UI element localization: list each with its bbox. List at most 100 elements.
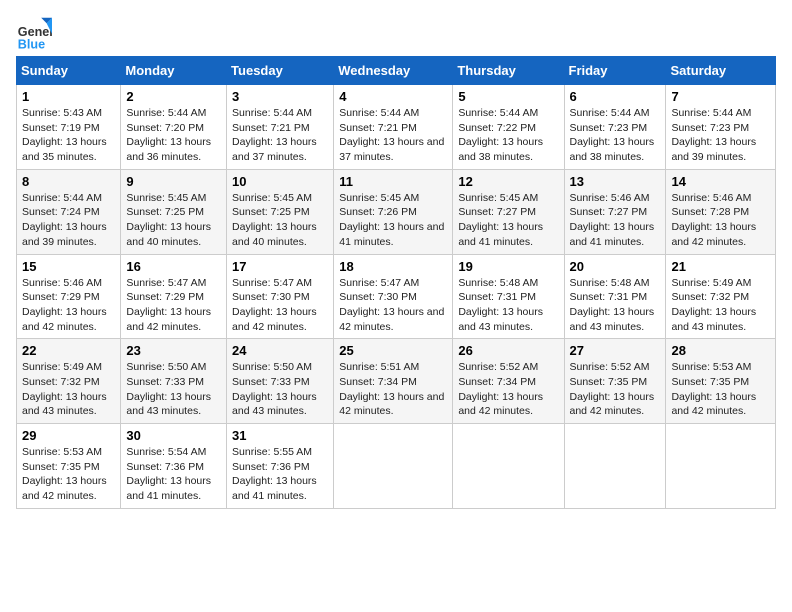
calendar-day-cell: 4 Sunrise: 5:44 AMSunset: 7:21 PMDaylight… [334,85,453,170]
day-info: Sunrise: 5:53 AMSunset: 7:35 PMDaylight:… [671,360,770,419]
empty-cell [564,424,666,509]
day-info: Sunrise: 5:55 AMSunset: 7:36 PMDaylight:… [232,445,328,504]
day-info: Sunrise: 5:44 AMSunset: 7:23 PMDaylight:… [570,106,661,165]
day-info: Sunrise: 5:51 AMSunset: 7:34 PMDaylight:… [339,360,447,419]
day-info: Sunrise: 5:44 AMSunset: 7:21 PMDaylight:… [232,106,328,165]
calendar-day-cell: 13 Sunrise: 5:46 AMSunset: 7:27 PMDayligh… [564,169,666,254]
day-number: 23 [126,343,221,358]
day-number: 29 [22,428,115,443]
calendar-day-cell: 17 Sunrise: 5:47 AMSunset: 7:30 PMDayligh… [227,254,334,339]
calendar-day-cell: 27 Sunrise: 5:52 AMSunset: 7:35 PMDayligh… [564,339,666,424]
day-info: Sunrise: 5:46 AMSunset: 7:28 PMDaylight:… [671,191,770,250]
calendar-day-cell: 10 Sunrise: 5:45 AMSunset: 7:25 PMDayligh… [227,169,334,254]
day-info: Sunrise: 5:48 AMSunset: 7:31 PMDaylight:… [458,276,558,335]
calendar-day-cell: 8Sunrise: 5:44 AMSunset: 7:24 PMDaylight… [17,169,121,254]
day-number: 24 [232,343,328,358]
calendar-day-cell: 23 Sunrise: 5:50 AMSunset: 7:33 PMDayligh… [121,339,227,424]
day-number: 28 [671,343,770,358]
empty-cell [453,424,564,509]
header-thursday: Thursday [453,57,564,85]
calendar-day-cell: 28 Sunrise: 5:53 AMSunset: 7:35 PMDayligh… [666,339,776,424]
day-info: Sunrise: 5:50 AMSunset: 7:33 PMDaylight:… [126,360,221,419]
calendar-week-row: 1 Sunrise: 5:43 AMSunset: 7:19 PMDaylight… [17,85,776,170]
calendar-week-row: 29Sunrise: 5:53 AMSunset: 7:35 PMDayligh… [17,424,776,509]
day-number: 18 [339,259,447,274]
day-info: Sunrise: 5:50 AMSunset: 7:33 PMDaylight:… [232,360,328,419]
day-info: Sunrise: 5:44 AMSunset: 7:23 PMDaylight:… [671,106,770,165]
day-info: Sunrise: 5:44 AMSunset: 7:20 PMDaylight:… [126,106,221,165]
calendar-day-cell: 2 Sunrise: 5:44 AMSunset: 7:20 PMDaylight… [121,85,227,170]
calendar-day-cell: 24 Sunrise: 5:50 AMSunset: 7:33 PMDayligh… [227,339,334,424]
calendar-day-cell: 3 Sunrise: 5:44 AMSunset: 7:21 PMDaylight… [227,85,334,170]
day-number: 1 [22,89,115,104]
day-number: 3 [232,89,328,104]
day-number: 7 [671,89,770,104]
calendar-day-cell: 19 Sunrise: 5:48 AMSunset: 7:31 PMDayligh… [453,254,564,339]
calendar-day-cell: 15 Sunrise: 5:46 AMSunset: 7:29 PMDayligh… [17,254,121,339]
day-number: 19 [458,259,558,274]
day-number: 30 [126,428,221,443]
day-number: 9 [126,174,221,189]
day-info: Sunrise: 5:47 AMSunset: 7:30 PMDaylight:… [232,276,328,335]
day-info: Sunrise: 5:47 AMSunset: 7:29 PMDaylight:… [126,276,221,335]
header-tuesday: Tuesday [227,57,334,85]
calendar-day-cell: 9 Sunrise: 5:45 AMSunset: 7:25 PMDaylight… [121,169,227,254]
day-info: Sunrise: 5:45 AMSunset: 7:25 PMDaylight:… [126,191,221,250]
empty-cell [666,424,776,509]
calendar-header-row: SundayMondayTuesdayWednesdayThursdayFrid… [17,57,776,85]
calendar-table: SundayMondayTuesdayWednesdayThursdayFrid… [16,56,776,509]
calendar-day-cell: 31 Sunrise: 5:55 AMSunset: 7:36 PMDayligh… [227,424,334,509]
day-number: 11 [339,174,447,189]
day-info: Sunrise: 5:45 AMSunset: 7:26 PMDaylight:… [339,191,447,250]
day-info: Sunrise: 5:47 AMSunset: 7:30 PMDaylight:… [339,276,447,335]
calendar-day-cell: 20 Sunrise: 5:48 AMSunset: 7:31 PMDayligh… [564,254,666,339]
day-number: 13 [570,174,661,189]
day-info: Sunrise: 5:46 AMSunset: 7:29 PMDaylight:… [22,276,115,335]
calendar-day-cell: 12Sunrise: 5:45 AMSunset: 7:27 PMDayligh… [453,169,564,254]
day-number: 21 [671,259,770,274]
day-info: Sunrise: 5:44 AMSunset: 7:22 PMDaylight:… [458,106,558,165]
calendar-day-cell: 26Sunrise: 5:52 AMSunset: 7:34 PMDayligh… [453,339,564,424]
day-number: 31 [232,428,328,443]
header-friday: Friday [564,57,666,85]
calendar-week-row: 15 Sunrise: 5:46 AMSunset: 7:29 PMDayligh… [17,254,776,339]
day-info: Sunrise: 5:43 AMSunset: 7:19 PMDaylight:… [22,106,115,165]
calendar-day-cell: 30 Sunrise: 5:54 AMSunset: 7:36 PMDayligh… [121,424,227,509]
day-number: 26 [458,343,558,358]
day-info: Sunrise: 5:52 AMSunset: 7:35 PMDaylight:… [570,360,661,419]
day-number: 8 [22,174,115,189]
day-number: 27 [570,343,661,358]
day-info: Sunrise: 5:49 AMSunset: 7:32 PMDaylight:… [22,360,115,419]
calendar-day-cell: 25 Sunrise: 5:51 AMSunset: 7:34 PMDayligh… [334,339,453,424]
header-sunday: Sunday [17,57,121,85]
day-number: 6 [570,89,661,104]
calendar-day-cell: 29Sunrise: 5:53 AMSunset: 7:35 PMDayligh… [17,424,121,509]
day-number: 15 [22,259,115,274]
day-number: 25 [339,343,447,358]
day-number: 16 [126,259,221,274]
day-info: Sunrise: 5:44 AMSunset: 7:21 PMDaylight:… [339,106,447,165]
day-info: Sunrise: 5:45 AMSunset: 7:27 PMDaylight:… [458,191,558,250]
calendar-day-cell: 18 Sunrise: 5:47 AMSunset: 7:30 PMDayligh… [334,254,453,339]
day-info: Sunrise: 5:46 AMSunset: 7:27 PMDaylight:… [570,191,661,250]
day-number: 22 [22,343,115,358]
day-number: 2 [126,89,221,104]
day-number: 14 [671,174,770,189]
day-number: 17 [232,259,328,274]
calendar-day-cell: 22 Sunrise: 5:49 AMSunset: 7:32 PMDayligh… [17,339,121,424]
header-wednesday: Wednesday [334,57,453,85]
empty-cell [334,424,453,509]
calendar-day-cell: 14 Sunrise: 5:46 AMSunset: 7:28 PMDayligh… [666,169,776,254]
logo-icon: General Blue [16,16,52,52]
page-header: General Blue [16,16,776,52]
header-saturday: Saturday [666,57,776,85]
calendar-day-cell: 1 Sunrise: 5:43 AMSunset: 7:19 PMDaylight… [17,85,121,170]
day-number: 10 [232,174,328,189]
day-info: Sunrise: 5:45 AMSunset: 7:25 PMDaylight:… [232,191,328,250]
day-info: Sunrise: 5:48 AMSunset: 7:31 PMDaylight:… [570,276,661,335]
logo: General Blue [16,16,52,52]
day-number: 4 [339,89,447,104]
calendar-week-row: 22 Sunrise: 5:49 AMSunset: 7:32 PMDayligh… [17,339,776,424]
day-info: Sunrise: 5:54 AMSunset: 7:36 PMDaylight:… [126,445,221,504]
day-number: 20 [570,259,661,274]
